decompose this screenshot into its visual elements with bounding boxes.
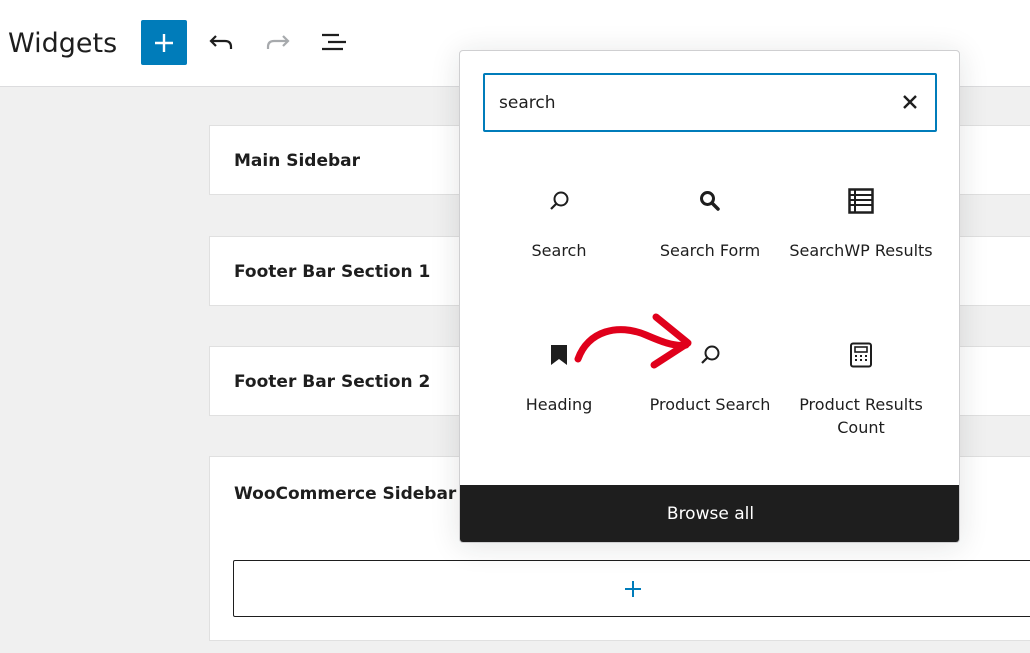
- browse-all-button[interactable]: Browse all: [460, 485, 959, 542]
- redo-button[interactable]: [262, 26, 294, 58]
- block-item-label: Product Results Count: [799, 395, 923, 437]
- widget-area-title: Footer Bar Section 2: [234, 372, 431, 392]
- list-icon: [848, 188, 874, 214]
- calculator-icon: [850, 342, 872, 368]
- block-inserter-popover: Search Search Form SearchWP Results Head…: [459, 50, 960, 543]
- block-search-field[interactable]: [483, 73, 937, 132]
- widget-area-title: WooCommerce Sidebar: [234, 484, 457, 504]
- block-item-label: Search: [531, 241, 587, 260]
- search-icon: [701, 345, 720, 364]
- redo-icon: [266, 35, 290, 49]
- block-item-product-search[interactable]: Product Search: [635, 339, 785, 416]
- plus-icon: [625, 580, 641, 597]
- list-view-button[interactable]: [318, 26, 350, 58]
- block-item-label: SearchWP Results: [789, 241, 933, 260]
- page-title: Widgets: [8, 28, 118, 59]
- bookmark-icon: [551, 345, 567, 365]
- block-item-label: Heading: [525, 395, 593, 414]
- close-icon: [903, 95, 917, 109]
- block-search-input[interactable]: [499, 75, 879, 130]
- undo-button[interactable]: [205, 26, 237, 58]
- block-appender-button[interactable]: [233, 560, 1030, 617]
- widget-area-title: Main Sidebar: [234, 151, 361, 171]
- block-item-label: Product Search: [649, 395, 771, 414]
- block-item-label: Search Form: [659, 241, 761, 260]
- undo-icon: [209, 35, 233, 49]
- list-view-icon: [322, 33, 346, 51]
- clear-search-button[interactable]: [899, 91, 921, 113]
- block-item-heading[interactable]: Heading: [484, 339, 634, 416]
- block-item-search[interactable]: Search: [484, 185, 634, 262]
- search-icon: [550, 191, 569, 210]
- plus-icon: [155, 33, 173, 52]
- block-item-product-results-count[interactable]: Product Results Count: [786, 339, 936, 439]
- add-block-button[interactable]: [141, 20, 187, 65]
- widget-area-title: Footer Bar Section 1: [234, 262, 431, 282]
- search-form-icon: [700, 191, 720, 211]
- block-item-searchwp-results[interactable]: SearchWP Results: [786, 185, 936, 262]
- block-item-search-form[interactable]: Search Form: [635, 185, 785, 262]
